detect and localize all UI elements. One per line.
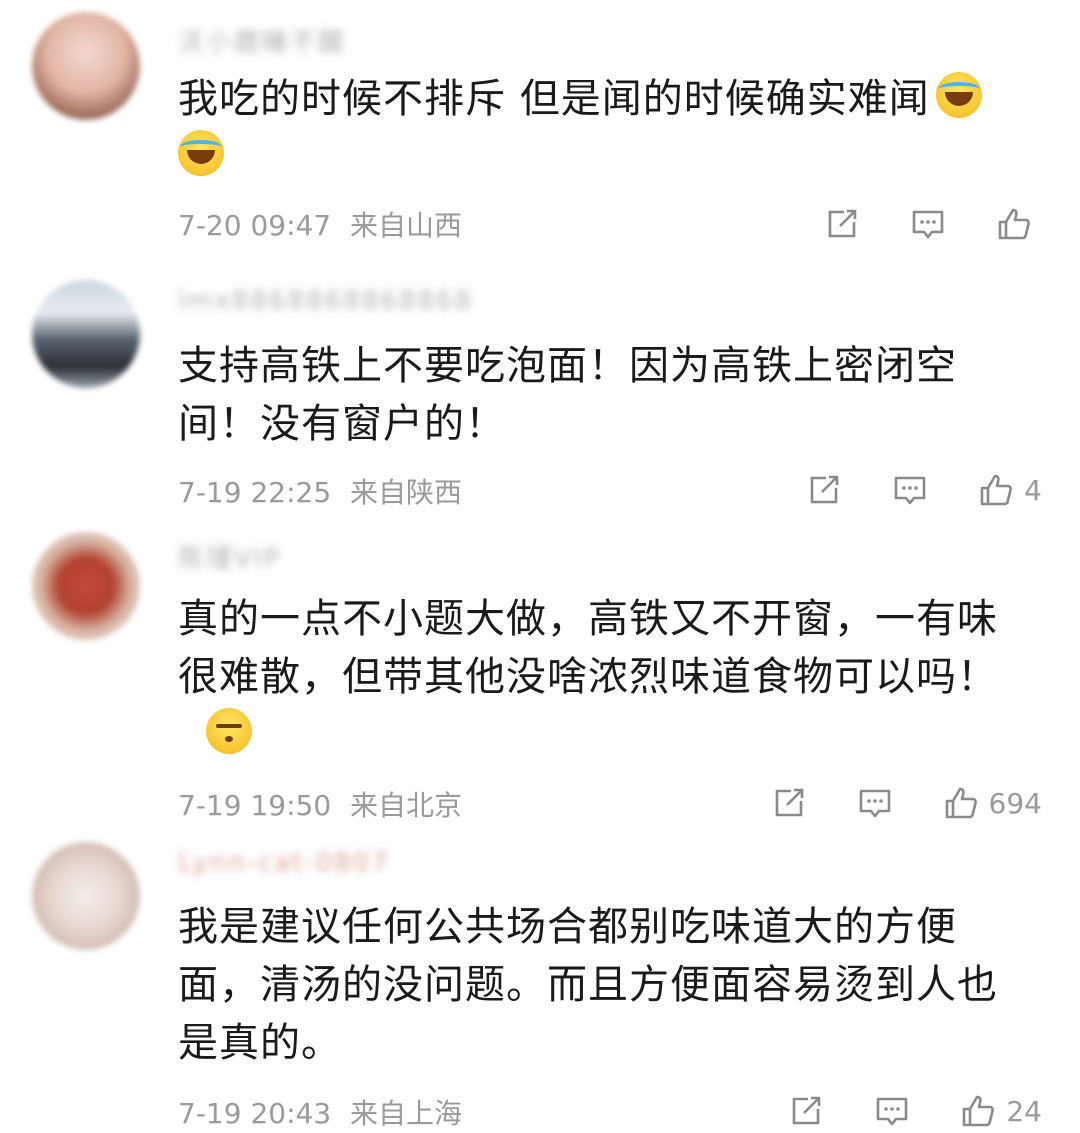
- share-icon: [793, 1096, 821, 1125]
- comment-text-content: 我吃的时候不排斥 但是闻的时候确实难闻: [178, 76, 930, 122]
- comment-text-content: 我是建议任何公共场合都别吃味道大的方便面，清汤的没问题。而且方便面容易烫到人也是…: [178, 904, 998, 1066]
- avatar[interactable]: [32, 12, 140, 120]
- reply-button[interactable]: [872, 1091, 912, 1131]
- like-button[interactable]: 694: [941, 783, 1042, 823]
- comment-location: 来自上海: [350, 1097, 463, 1130]
- comment-location: 来自陕西: [350, 476, 463, 509]
- comment-actions: 4: [758, 468, 1042, 512]
- username[interactable]: lmx8868868868868: [178, 286, 473, 320]
- comment-meta: 7-19 20:43 来自上海: [178, 1092, 462, 1132]
- like-button[interactable]: 4: [976, 470, 1042, 510]
- share-button[interactable]: [769, 783, 809, 823]
- like-button[interactable]: [994, 204, 1042, 244]
- username[interactable]: 沃小鹿睡不醒: [178, 22, 346, 58]
- comment-meta: 7-20 09:47 来自山西: [178, 204, 462, 244]
- username[interactable]: Lynn-cat-0807: [178, 848, 390, 882]
- thumbs-up-icon: [998, 208, 1030, 240]
- share-icon: [828, 209, 857, 238]
- comment-icon: [894, 476, 926, 505]
- username[interactable]: 陈瑾VIP: [178, 538, 281, 574]
- comment-text: 支持高铁上不要吃泡面！因为高铁上密闭空间！没有窗户的！: [178, 337, 1038, 453]
- like-count: 24: [1006, 1094, 1042, 1128]
- comment-actions: 694: [723, 781, 1042, 825]
- comment-time: 7-20 09:47: [178, 209, 332, 242]
- share-icon: [775, 788, 803, 817]
- comment-location: 来自山西: [350, 209, 463, 242]
- like-button[interactable]: 24: [958, 1091, 1042, 1131]
- like-count: 694: [988, 786, 1042, 820]
- comment-text: 我是建议任何公共场合都别吃味道大的方便面，清汤的没问题。而且方便面容易烫到人也是…: [178, 898, 1038, 1072]
- avatar[interactable]: [32, 532, 140, 640]
- comment-time: 7-19 19:50: [178, 789, 332, 822]
- avatar[interactable]: [32, 842, 140, 950]
- share-button[interactable]: [786, 1091, 826, 1131]
- comment-meta: 7-19 22:25 来自陕西: [178, 471, 462, 511]
- awkward-icon: [206, 708, 252, 754]
- reply-button[interactable]: [855, 783, 895, 823]
- thumbs-up-icon: [980, 474, 1013, 506]
- avatar[interactable]: [32, 280, 140, 388]
- comment-text-content: 支持高铁上不要吃泡面！因为高铁上密闭空间！没有窗户的！: [178, 343, 957, 447]
- comment-location: 来自北京: [350, 789, 463, 822]
- reply-button[interactable]: [908, 204, 948, 244]
- thumbs-up-icon: [945, 787, 977, 819]
- comment-actions: 24: [740, 1089, 1042, 1133]
- comment-icon: [912, 210, 944, 239]
- comment-text-content: 真的一点不小题大做，高铁又不开窗，一有味很难散，但带其他没啥浓烈味道食物可以吗！: [178, 596, 998, 700]
- share-button[interactable]: [822, 204, 862, 244]
- comment-actions: [776, 202, 1042, 246]
- laugh-cry-icon: [178, 130, 224, 176]
- comment-time: 7-19 20:43: [178, 1097, 332, 1130]
- comment-icon: [877, 1097, 908, 1126]
- comment-text: 真的一点不小题大做，高铁又不开窗，一有味很难散，但带其他没啥浓烈味道食物可以吗！: [178, 590, 1038, 764]
- share-icon: [810, 475, 839, 504]
- comment-icon: [859, 789, 890, 818]
- comment-time: 7-19 22:25: [178, 476, 332, 509]
- like-count: 4: [1024, 473, 1042, 507]
- laugh-cry-icon: [935, 72, 982, 118]
- thumbs-up-icon: [963, 1095, 995, 1127]
- comment-meta: 7-19 19:50 来自北京: [178, 784, 462, 824]
- comment-text: 我吃的时候不排斥 但是闻的时候确实难闻: [178, 70, 1038, 186]
- reply-button[interactable]: [890, 470, 930, 510]
- share-button[interactable]: [804, 470, 844, 510]
